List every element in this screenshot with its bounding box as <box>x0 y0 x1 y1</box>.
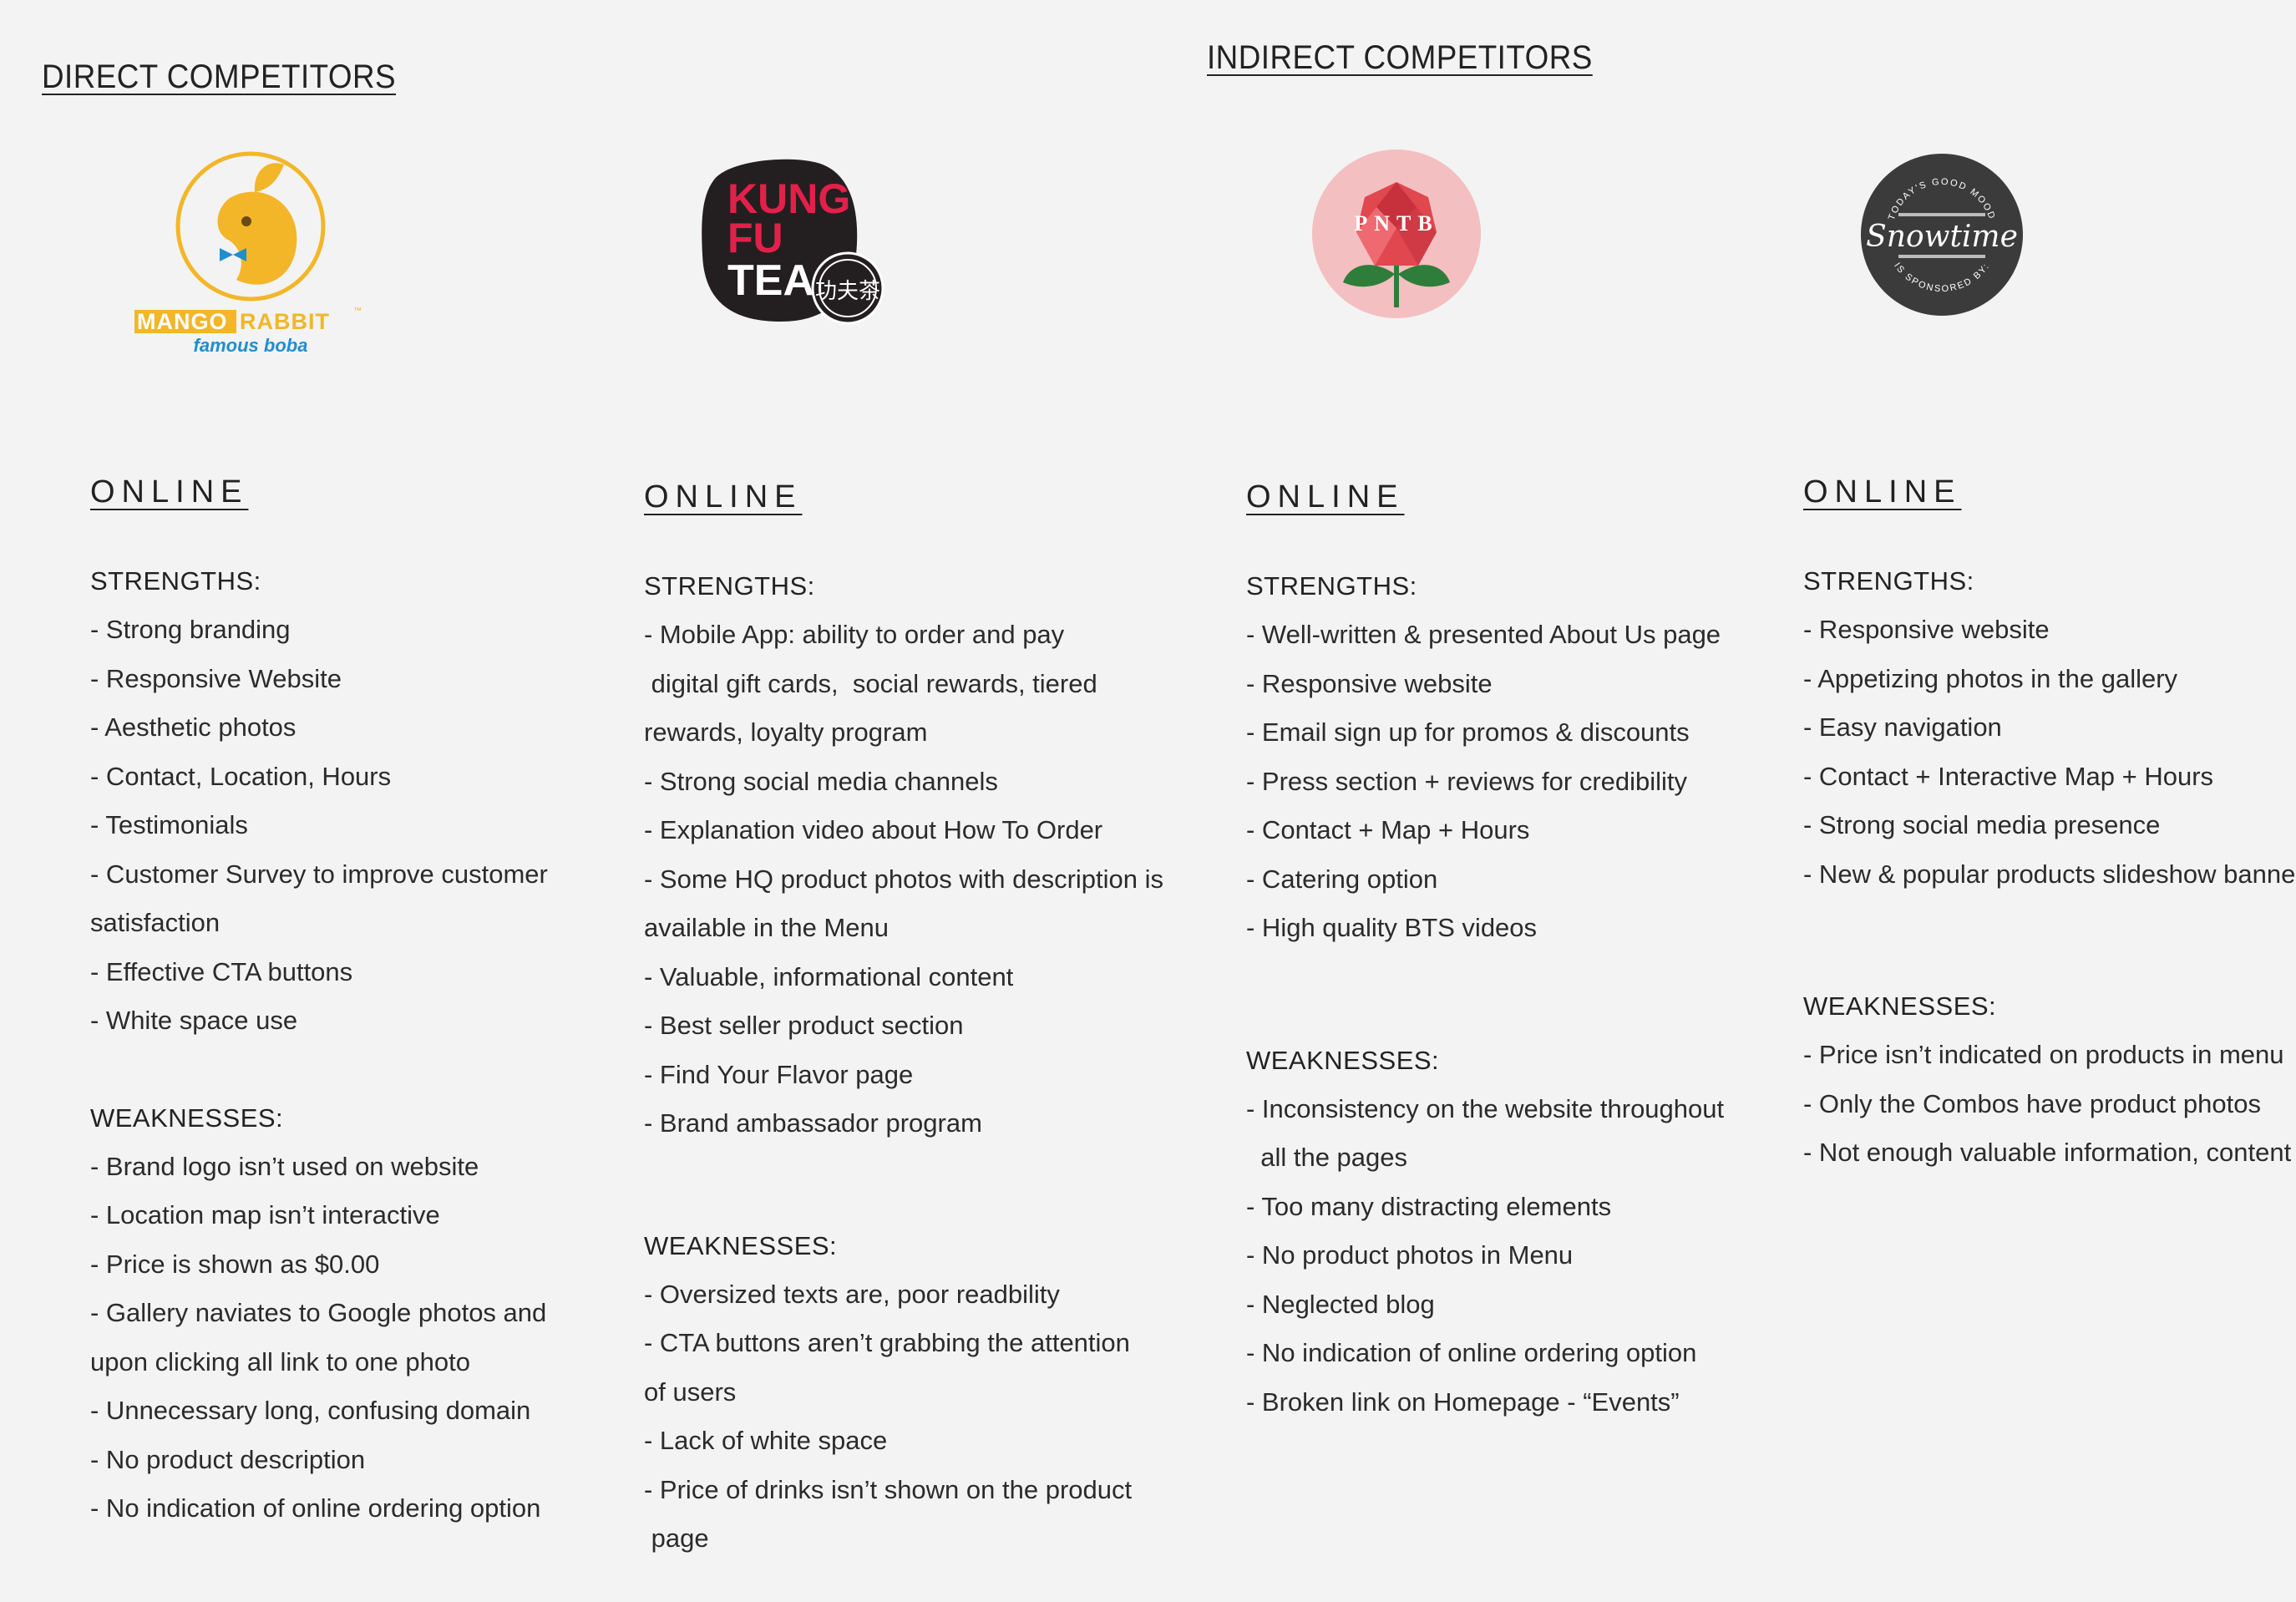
strength-item: - Strong social media channels <box>644 766 998 796</box>
weakness-item: upon clicking all link to one photo <box>90 1346 470 1376</box>
weaknesses-list: - Inconsistency on the website throughou… <box>1246 1085 1781 1427</box>
weakness-item: - Price of drinks isn’t shown on the pro… <box>644 1474 1133 1504</box>
strengths-title: STRENGTHS: <box>644 571 815 601</box>
strengths-title: STRENGTHS: <box>90 566 261 596</box>
weakness-item: - Price is shown as $0.00 <box>90 1249 380 1279</box>
kung-fu-tea-logo: KUNG FU TEA 功夫茶 <box>697 155 890 326</box>
strength-item: - Brand ambassador program <box>644 1108 982 1138</box>
strength-item: - Well-written & presented About Us page <box>1246 620 1721 649</box>
online-label: ONLINE <box>644 479 803 515</box>
weakness-item: - Inconsistency on the website throughou… <box>1246 1093 1725 1123</box>
strength-item: - New & popular products slideshow banne… <box>1803 859 2296 889</box>
direct-competitors-heading: DIRECT COMPETITORS <box>42 58 397 95</box>
weakness-item: - Broken link on Homepage - “Events” <box>1246 1387 1680 1417</box>
snowtime-logo-name: Snowtime <box>1866 220 2018 254</box>
strength-item: - Responsive website <box>1803 615 2050 644</box>
strength-item: - Contact + Map + Hours <box>1246 815 1530 844</box>
strength-item: - Appetizing photos in the gallery <box>1803 663 2178 693</box>
strengths-list: - Responsive website - Appetizing photos… <box>1803 606 2296 899</box>
strength-item: - Catering option <box>1246 864 1438 894</box>
strength-item: satisfaction <box>90 908 220 937</box>
online-label: ONLINE <box>90 474 249 509</box>
weakness-item: - Gallery naviates to Google photos and <box>90 1298 547 1327</box>
weakness-item: - Neglected blog <box>1246 1289 1435 1319</box>
weaknesses-title: WEAKNESSES: <box>644 1230 838 1260</box>
strengths-title: STRENGTHS: <box>1803 566 1974 596</box>
kft-logo-line3: TEA <box>727 256 814 305</box>
strength-item: - Press section + reviews for credibilit… <box>1246 766 1688 796</box>
weakness-item: - No indication of online ordering optio… <box>1246 1338 1697 1367</box>
online-label: ONLINE <box>1803 474 1962 509</box>
weakness-item: of users <box>644 1376 737 1407</box>
pntb-logo-text: PNTB <box>1354 211 1438 236</box>
weakness-item: - No product photos in Menu <box>1246 1240 1574 1270</box>
strength-item: - Valuable, informational content <box>644 961 1014 991</box>
strengths-list: - Mobile App: ability to order and pay d… <box>644 611 1178 1148</box>
strengths-title: STRENGTHS: <box>1246 571 1417 601</box>
weakness-item: - Brand logo isn’t used on website <box>90 1151 479 1181</box>
column-pntb: ONLINE STRENGTHS: - Well-written & prese… <box>1246 479 1781 1427</box>
mango-logo-word1: MANGO <box>137 309 228 334</box>
column-kung-fu-tea: ONLINE STRENGTHS: - Mobile App: ability … <box>644 479 1178 1564</box>
weakness-item: page <box>644 1523 709 1553</box>
strength-item: - Find Your Flavor page <box>644 1059 914 1089</box>
weakness-item: - Unnecessary long, confusing domain <box>90 1396 531 1425</box>
strength-item: - Contact + Interactive Map + Hours <box>1803 761 2214 791</box>
strength-item: - Easy navigation <box>1803 712 2002 742</box>
strength-item: - Explanation video about How To Order <box>644 815 1103 844</box>
strength-item: - Best seller product section <box>644 1011 964 1040</box>
weakness-item: - CTA buttons aren’t grabbing the attent… <box>644 1328 1130 1357</box>
column-snowtime: ONLINE STRENGTHS: - Responsive website -… <box>1803 474 2296 1178</box>
weakness-item: - Only the Combos have product photos <box>1803 1088 2261 1118</box>
strength-item: - Contact, Location, Hours <box>90 761 392 791</box>
strength-item: - Mobile App: ability to order and pay <box>644 620 1065 649</box>
kft-logo-line2: FU <box>727 215 783 261</box>
strength-item: - Responsive website <box>1246 668 1493 698</box>
strength-item: - Customer Survey to improve customer <box>90 859 548 889</box>
weaknesses-list: - Brand logo isn’t used on website - Loc… <box>90 1143 625 1534</box>
weaknesses-list: - Price isn’t indicated on products in m… <box>1803 1031 2296 1178</box>
weaknesses-list: - Oversized texts are, poor readbility -… <box>644 1270 1178 1564</box>
weakness-item: - Not enough valuable information, conte… <box>1803 1138 2292 1167</box>
strength-item: - White space use <box>90 1006 298 1035</box>
online-label: ONLINE <box>1246 479 1405 515</box>
mango-logo-tm: ™ <box>353 307 362 316</box>
weakness-item: - Too many distracting elements <box>1246 1191 1612 1221</box>
strength-item: - Aesthetic photos <box>90 712 297 742</box>
strength-item: available in the Menu <box>644 913 889 942</box>
strengths-list: - Well-written & presented About Us page… <box>1246 611 1781 953</box>
mango-rabbit-logo: MANGO RABBIT ™ famous boba <box>129 146 372 363</box>
strength-item: - Effective CTA buttons <box>90 956 353 986</box>
pntb-logo: PNTB <box>1311 149 1482 319</box>
weaknesses-title: WEAKNESSES: <box>1246 1045 1440 1075</box>
weakness-item: all the pages <box>1246 1143 1408 1172</box>
column-mango-rabbit: ONLINE STRENGTHS: - Strong branding - Re… <box>90 474 625 1534</box>
weakness-item: - No indication of online ordering optio… <box>90 1493 541 1523</box>
strengths-list: - Strong branding - Responsive Website -… <box>90 606 625 1046</box>
strength-item: - Strong branding <box>90 615 291 644</box>
weakness-item: - Lack of white space <box>644 1426 888 1455</box>
strength-item: - Strong social media presence <box>1803 810 2161 839</box>
mango-logo-word2: RABBIT <box>240 309 330 334</box>
weaknesses-title: WEAKNESSES: <box>90 1103 284 1133</box>
strength-item: rewards, loyalty program <box>644 717 928 747</box>
strength-item: digital gift cards, social rewards, tier… <box>644 668 1097 698</box>
snowtime-logo: TODAY'S GOOD MOOD Snowtime IS SPONSORED … <box>1860 153 2024 317</box>
strength-item: - Responsive Website <box>90 663 342 693</box>
strength-item: - Email sign up for promos & discounts <box>1246 717 1690 747</box>
kft-logo-chinese: 功夫茶 <box>815 279 880 304</box>
strength-item: - High quality BTS videos <box>1246 913 1538 942</box>
strength-item: - Testimonials <box>90 810 248 839</box>
weakness-item: - No product description <box>90 1444 366 1474</box>
indirect-competitors-heading: INDIRECT COMPETITORS <box>1207 39 1593 76</box>
strength-item: - Some HQ product photos with descriptio… <box>644 864 1163 894</box>
weakness-item: - Price isn’t indicated on products in m… <box>1803 1040 2284 1069</box>
weakness-item: - Location map isn’t interactive <box>90 1200 440 1229</box>
weaknesses-title: WEAKNESSES: <box>1803 991 1997 1021</box>
weakness-item: - Oversized texts are, poor readbility <box>644 1279 1060 1309</box>
mango-logo-tagline: famous boba <box>194 335 308 356</box>
